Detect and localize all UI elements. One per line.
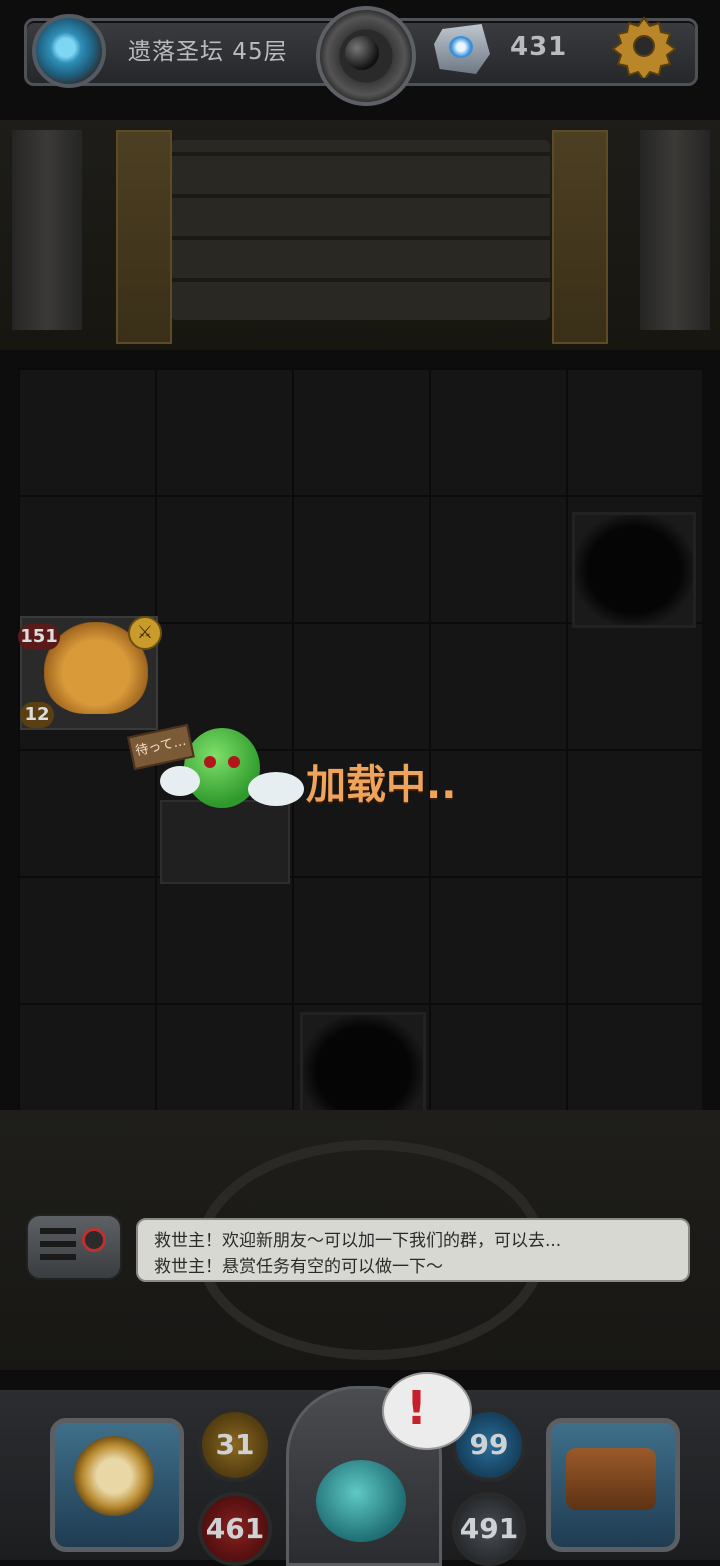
attack-stat: 31 — [198, 1408, 272, 1482]
player-character[interactable] — [184, 728, 260, 808]
alert-icon: ! — [406, 1381, 427, 1435]
health-stat: 461 — [198, 1492, 272, 1566]
banner-left — [116, 130, 172, 344]
broken-floor-tile — [572, 512, 696, 628]
monster-hp-badge: 151 — [18, 624, 60, 650]
player-tile — [160, 800, 290, 884]
floor-label: 遗落圣坛 45层 — [128, 39, 288, 65]
player-eye — [228, 756, 240, 768]
gear-icon[interactable] — [612, 14, 676, 78]
pillar-left — [12, 130, 82, 330]
stone-wall — [170, 140, 550, 320]
hero-portrait[interactable] — [316, 1460, 406, 1542]
monster-attack-badge: 12 — [20, 702, 54, 728]
cloud-icon — [248, 772, 304, 806]
mana-stat: 491 — [452, 1492, 526, 1566]
chat-indicator-icon — [82, 1228, 106, 1252]
chat-message: 救世主！欢迎新朋友～可以加一下我们的群，可以去... — [154, 1231, 562, 1251]
chat-message: 救世主！悬赏任务有空的可以做一下～ — [154, 1257, 443, 1277]
chat-menu-icon — [40, 1228, 76, 1262]
loading-text: 加载中.. — [306, 762, 457, 808]
compass-icon — [74, 1436, 154, 1516]
portal-icon[interactable] — [32, 14, 106, 88]
banner-right — [552, 130, 608, 344]
scroll-icon — [566, 1448, 656, 1510]
bomb-icon — [345, 36, 379, 70]
sword-icon: ⚔ — [128, 616, 162, 650]
player-eye — [204, 756, 216, 768]
crystal-gem-icon — [449, 36, 473, 58]
pillar-right — [640, 130, 710, 330]
cloud-icon — [160, 766, 200, 796]
gem-count: 431 — [510, 32, 568, 62]
alert-bubble[interactable] — [382, 1372, 472, 1450]
